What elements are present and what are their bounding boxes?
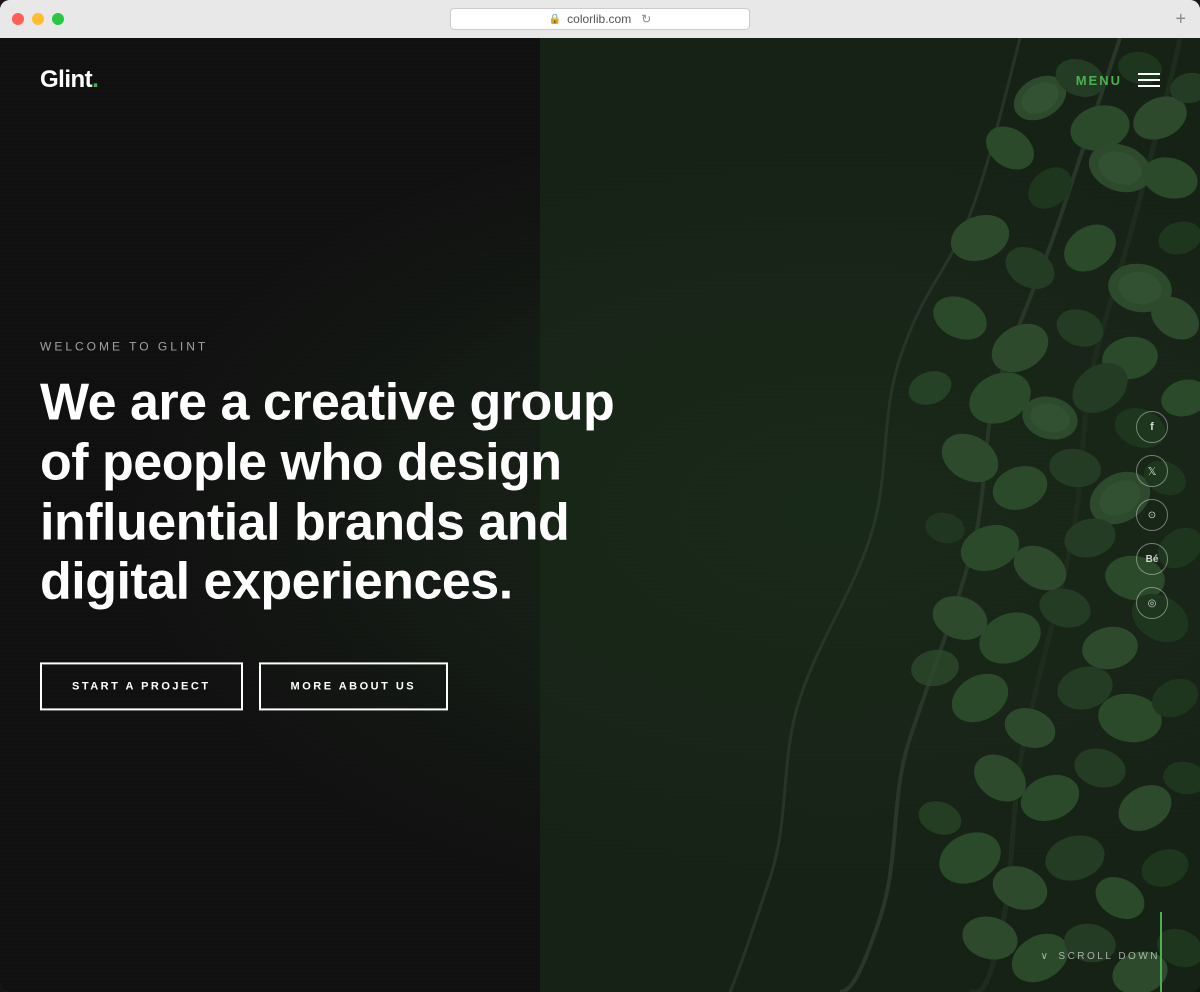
titlebar: 🔒 colorlib.com ↻ + [0, 0, 1200, 38]
plus-icon: + [1175, 9, 1186, 29]
menu-label: MENU [1076, 73, 1122, 88]
hero-content: WELCOME TO GLINT We are a creative group… [40, 319, 640, 710]
behance-icon[interactable]: Bé [1136, 543, 1168, 575]
dribbble-icon[interactable]: ◎ [1136, 587, 1168, 619]
logo-text: Glint [40, 66, 92, 93]
new-tab-button[interactable]: + [1175, 9, 1186, 30]
browser-window: 🔒 colorlib.com ↻ + [0, 0, 1200, 992]
scroll-down-indicator[interactable]: ∨ SCROLL DOWN [1041, 951, 1160, 962]
lock-icon: 🔒 [549, 14, 561, 25]
logo-dot: . [92, 66, 98, 93]
logo[interactable]: Glint. [40, 66, 98, 94]
nav-right: MENU [1076, 73, 1160, 88]
instagram-icon[interactable]: ⊙ [1136, 499, 1168, 531]
menu-line-2 [1138, 79, 1160, 81]
twitter-icon[interactable]: 𝕏 [1136, 455, 1168, 487]
hero-section: Glint. MENU WELCOME TO GLINT We are a cr… [0, 38, 1200, 992]
browser-content: Glint. MENU WELCOME TO GLINT We are a cr… [0, 38, 1200, 992]
cta-buttons: START A PROJECT MORE ABOUT US [40, 663, 640, 711]
hero-headline: We are a creative group of people who de… [40, 373, 640, 612]
hamburger-menu-button[interactable] [1138, 73, 1160, 87]
more-about-button[interactable]: MORE ABOUT US [259, 663, 449, 711]
reload-icon[interactable]: ↻ [641, 12, 651, 26]
url-text: colorlib.com [567, 12, 631, 26]
traffic-lights [12, 13, 64, 25]
close-button[interactable] [12, 13, 24, 25]
chevron-down-icon: ∨ [1041, 951, 1051, 962]
start-project-button[interactable]: START A PROJECT [40, 663, 243, 711]
facebook-icon[interactable]: f [1136, 411, 1168, 443]
social-icons: f 𝕏 ⊙ Bé ◎ [1136, 411, 1168, 619]
menu-line-1 [1138, 73, 1160, 75]
maximize-button[interactable] [52, 13, 64, 25]
navbar: Glint. MENU [0, 38, 1200, 122]
address-bar[interactable]: 🔒 colorlib.com ↻ [450, 8, 750, 30]
menu-line-3 [1138, 85, 1160, 87]
minimize-button[interactable] [32, 13, 44, 25]
scroll-line [1160, 912, 1162, 992]
welcome-text: WELCOME TO GLINT [40, 339, 640, 353]
scroll-down-label: SCROLL DOWN [1058, 951, 1160, 962]
